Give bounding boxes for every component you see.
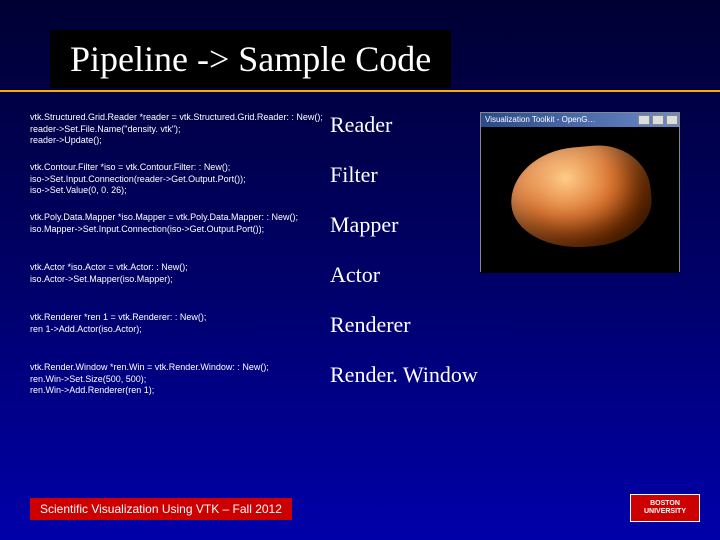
stage-label: Renderer [330, 312, 480, 362]
minimize-icon[interactable] [638, 115, 650, 125]
maximize-icon[interactable] [652, 115, 664, 125]
window-buttons [637, 113, 679, 127]
stage-label: Actor [330, 262, 480, 312]
divider [0, 90, 720, 92]
code-text: vtk.Poly.Data.Mapper *iso.Mapper = vtk.P… [30, 212, 330, 235]
stage-label: Filter [330, 162, 480, 212]
code-block: vtk.Structured.Grid.Reader *reader = vtk… [30, 112, 330, 162]
code-text: vtk.Structured.Grid.Reader *reader = vtk… [30, 112, 330, 147]
stage-label: Mapper [330, 212, 480, 262]
content-area: vtk.Structured.Grid.Reader *reader = vtk… [0, 112, 720, 412]
isosurface-render [507, 141, 655, 253]
code-text: vtk.Actor *iso.Actor = vtk.Actor: : New(… [30, 262, 330, 285]
boston-university-logo: BOSTON UNIVERSITY [630, 494, 700, 522]
render-window-titlebar: Visualization Toolkit - OpenG… [481, 113, 679, 127]
code-block: vtk.Renderer *ren 1 = vtk.Renderer: : Ne… [30, 312, 330, 362]
image-column: Visualization Toolkit - OpenG… [480, 112, 690, 412]
footer-text: Scientific Visualization Using VTK – Fal… [30, 498, 292, 520]
code-block: vtk.Render.Window *ren.Win = vtk.Render.… [30, 362, 330, 412]
code-block: vtk.Contour.Filter *iso = vtk.Contour.Fi… [30, 162, 330, 212]
logo-text: BOSTON UNIVERSITY [631, 500, 699, 515]
stage-label: Reader [330, 112, 480, 162]
code-block: vtk.Actor *iso.Actor = vtk.Actor: : New(… [30, 262, 330, 312]
slide-title: Pipeline -> Sample Code [70, 38, 431, 80]
stage-label: Render. Window [330, 362, 480, 412]
code-text: vtk.Render.Window *ren.Win = vtk.Render.… [30, 362, 330, 397]
code-text: vtk.Contour.Filter *iso = vtk.Contour.Fi… [30, 162, 330, 197]
render-canvas [481, 127, 679, 273]
render-window: Visualization Toolkit - OpenG… [480, 112, 680, 272]
code-column: vtk.Structured.Grid.Reader *reader = vtk… [30, 112, 330, 412]
code-text: vtk.Renderer *ren 1 = vtk.Renderer: : Ne… [30, 312, 330, 335]
title-bar: Pipeline -> Sample Code [50, 30, 451, 88]
code-block: vtk.Poly.Data.Mapper *iso.Mapper = vtk.P… [30, 212, 330, 262]
label-column: Reader Filter Mapper Actor Renderer Rend… [330, 112, 480, 412]
render-window-title: Visualization Toolkit - OpenG… [485, 113, 595, 127]
close-icon[interactable] [666, 115, 678, 125]
